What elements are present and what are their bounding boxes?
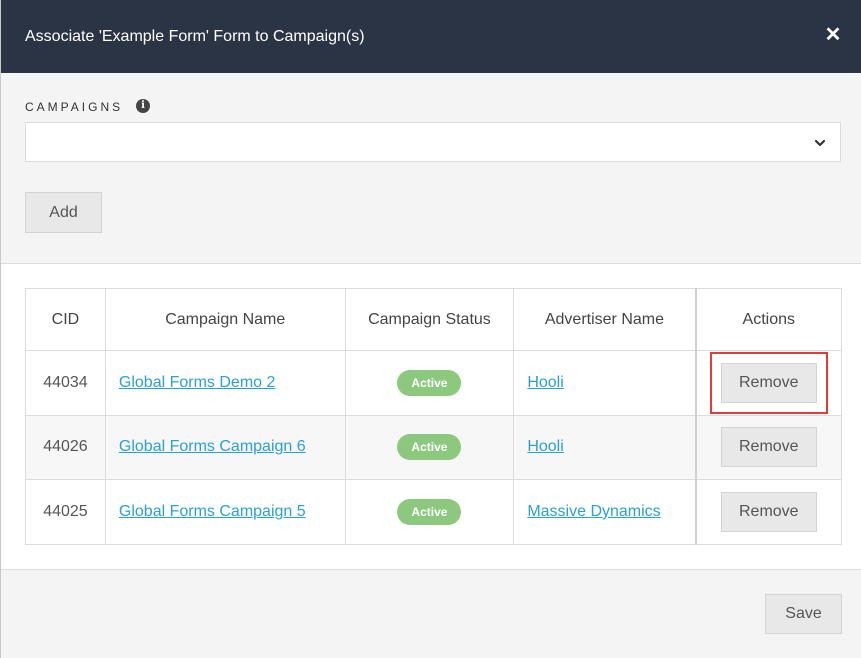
campaign-select-section: CAMPAIGNS i Add [1,73,861,264]
advertiser-link[interactable]: Hooli [527,438,563,455]
remove-button[interactable]: Remove [720,427,817,468]
advertiser-link[interactable]: Massive Dynamics [527,503,660,520]
campaigns-table: CID Campaign Name Campaign Status Advert… [25,288,842,545]
campaigns-table-section: CID Campaign Name Campaign Status Advert… [1,264,861,570]
status-badge: Active [397,498,462,525]
campaign-name-cell: Global Forms Demo 2 [104,350,346,416]
cid-cell: 44025 [25,479,106,545]
table-row: 44026 Global Forms Campaign 6 Active Hoo… [25,414,842,480]
cid-cell: 44026 [25,414,106,480]
status-cell: Active [344,479,515,545]
advertiser-cell: Hooli [513,414,697,480]
header-advertiser-name: Advertiser Name [513,288,697,351]
info-icon[interactable]: i [136,99,150,113]
actions-cell: Remove [695,479,842,545]
status-cell: Active [344,414,515,480]
table-row: 44025 Global Forms Campaign 5 Active Mas… [25,479,842,545]
actions-cell: Remove [695,350,842,416]
remove-button[interactable]: Remove [709,351,828,414]
campaign-name-link[interactable]: Global Forms Demo 2 [119,374,276,391]
close-icon[interactable]: ✕ [824,24,842,46]
campaign-name-cell: Global Forms Campaign 6 [104,414,346,480]
remove-button[interactable]: Remove [720,491,817,532]
dialog-title: Associate 'Example Form' Form to Campaig… [25,28,365,45]
save-button[interactable]: Save [765,594,842,634]
status-badge: Active [397,369,462,396]
header-cid: CID [25,288,106,351]
advertiser-cell: Hooli [513,350,697,416]
add-button[interactable]: Add [25,192,102,233]
campaigns-select[interactable] [25,122,841,162]
dialog-header: Associate 'Example Form' Form to Campaig… [1,0,861,73]
header-campaign-status: Campaign Status [344,288,515,351]
status-badge: Active [397,434,462,461]
actions-cell: Remove [695,414,842,480]
associate-campaign-dialog: Associate 'Example Form' Form to Campaig… [0,0,861,658]
campaigns-label: CAMPAIGNS [25,100,124,114]
header-campaign-name: Campaign Name [104,288,346,351]
chevron-down-icon [814,139,826,147]
campaign-name-link[interactable]: Global Forms Campaign 6 [119,438,306,455]
header-actions: Actions [695,288,842,351]
status-cell: Active [344,350,515,416]
table-header-row: CID Campaign Name Campaign Status Advert… [25,288,842,351]
campaign-name-link[interactable]: Global Forms Campaign 5 [119,503,306,520]
advertiser-link[interactable]: Hooli [527,374,563,391]
advertiser-cell: Massive Dynamics [513,479,697,545]
campaign-name-cell: Global Forms Campaign 5 [104,479,346,545]
cid-cell: 44034 [25,350,106,416]
table-row: 44034 Global Forms Demo 2 Active Hooli R… [25,350,842,416]
